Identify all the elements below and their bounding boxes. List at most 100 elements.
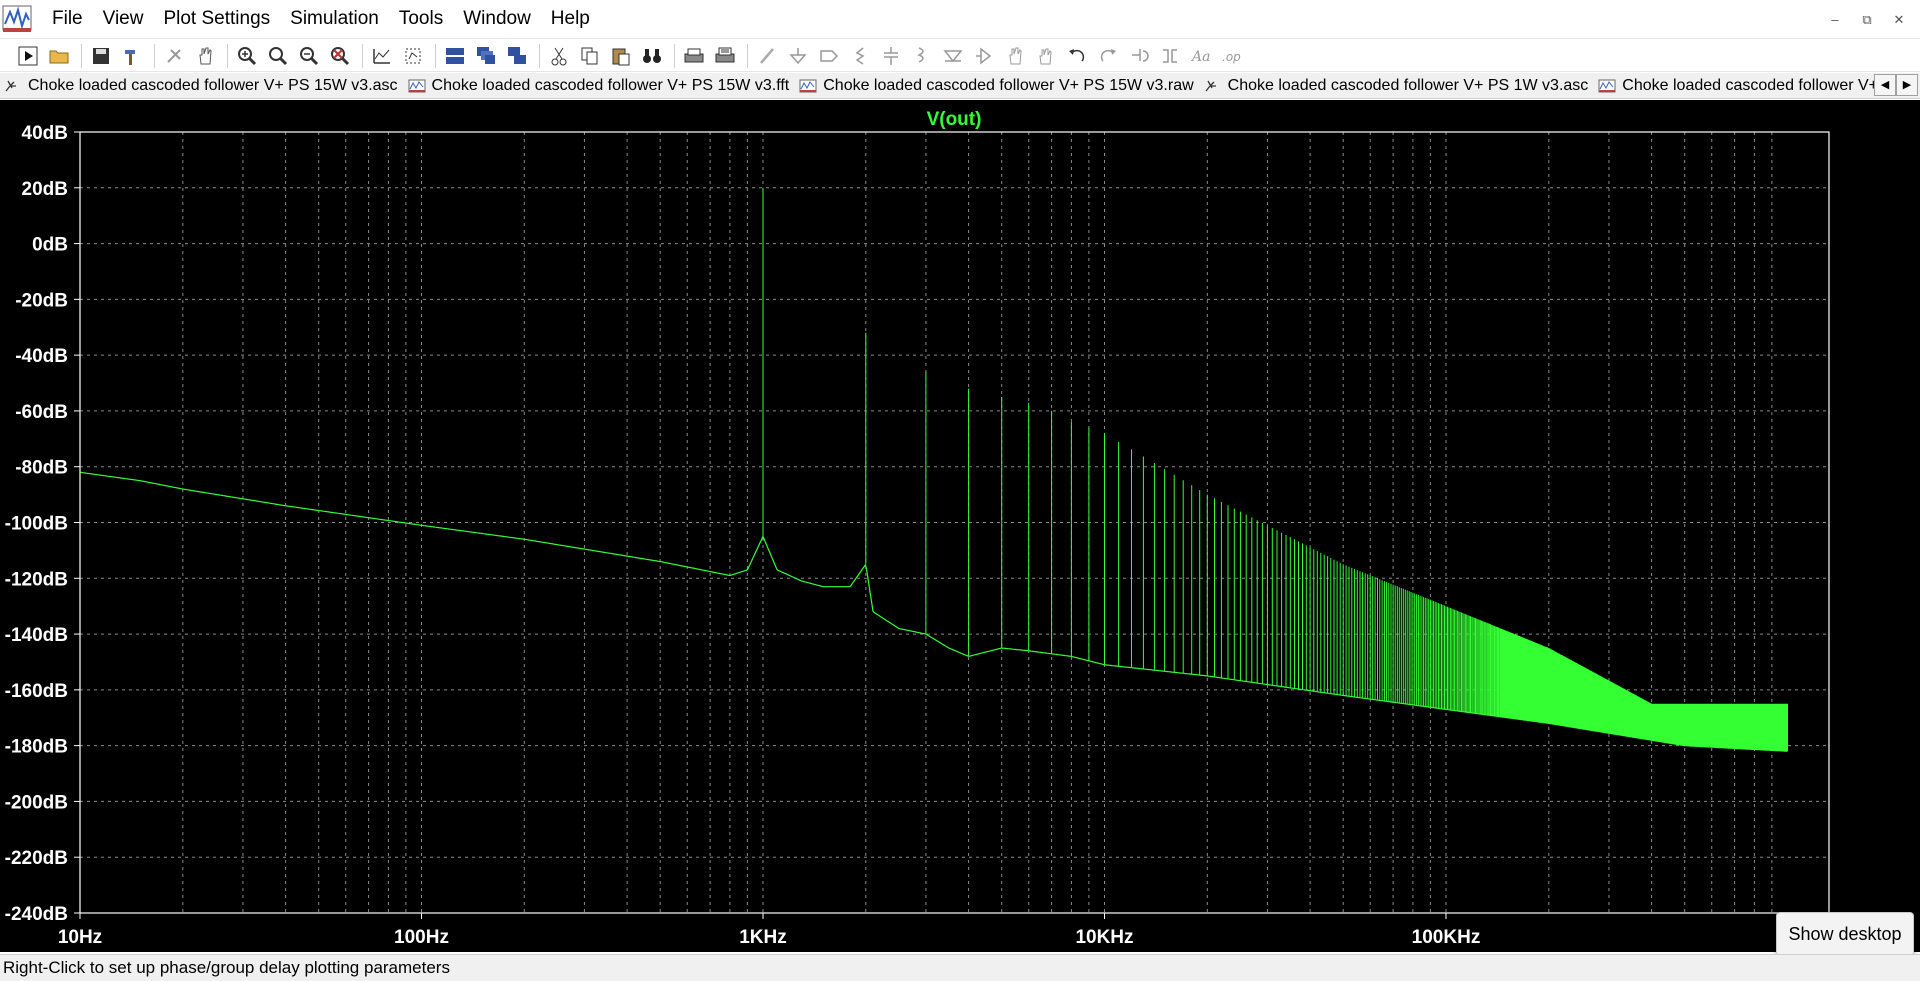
tab-scroll-left-button[interactable]: ◀ <box>1874 74 1896 96</box>
zoom-cancel-button[interactable] <box>326 42 354 70</box>
redo-button[interactable] <box>1094 42 1122 70</box>
copy-button[interactable] <box>576 42 604 70</box>
zoom-out-button[interactable] <box>295 42 323 70</box>
print-setup-button[interactable] <box>711 42 739 70</box>
move-button[interactable] <box>1001 42 1029 70</box>
fit-icon <box>405 48 421 63</box>
tab-label: Choke loaded cascoded follower V+ PS 15W… <box>823 76 1194 94</box>
mirror-button[interactable] <box>1156 42 1184 70</box>
show-desktop-tooltip[interactable]: Show desktop <box>1776 912 1914 956</box>
resistor-button[interactable] <box>846 42 874 70</box>
zoom-in-button[interactable] <box>233 42 261 70</box>
x-tick-label: 100Hz <box>394 927 449 948</box>
fit-button[interactable] <box>399 42 427 70</box>
control-panel-button[interactable] <box>118 42 146 70</box>
tab-asc-1w[interactable]: Choke loaded cascoded follower V+ PS 1W … <box>1200 74 1595 98</box>
paste-button[interactable] <box>607 42 635 70</box>
minimize-button[interactable]: – <box>1822 6 1848 32</box>
cascade-icon <box>477 46 495 64</box>
zoom-area-button[interactable] <box>264 42 292 70</box>
tab-label: Choke loaded cascoded follower V+ PS 15W… <box>28 76 398 94</box>
cascade-button[interactable] <box>472 42 500 70</box>
tab-asc-15w[interactable]: Choke loaded cascoded follower V+ PS 15W… <box>0 74 404 98</box>
x-tick-label: 1KHz <box>739 927 787 948</box>
printer-icon <box>684 48 704 62</box>
y-tick-label: -80dB <box>15 458 68 479</box>
restore-button[interactable]: ⧉ <box>1854 6 1880 32</box>
pan-button[interactable] <box>191 42 219 70</box>
fft-plot[interactable]: 40dB 20dB 0dB -20dB -40dB -60dB -80dB -100dB -12… <box>0 100 1920 952</box>
print-button[interactable] <box>680 42 708 70</box>
ground-button[interactable] <box>784 42 812 70</box>
scissors-icon <box>551 47 567 65</box>
label-icon <box>820 49 839 62</box>
hand-drag-icon <box>1039 48 1052 64</box>
capacitor-button[interactable] <box>877 42 905 70</box>
document-tabs: Choke loaded cascoded follower V+ PS 15W… <box>0 73 1920 99</box>
spice-directive-button[interactable]: .op <box>1218 42 1246 70</box>
capacitor-icon <box>884 46 898 65</box>
menu-bar: File View Plot Settings Simulation Tools… <box>0 0 1920 39</box>
autorange-icon <box>373 48 390 64</box>
tab-scroll-right-button[interactable]: ▶ <box>1896 74 1918 96</box>
tile-vertical-icon <box>508 46 526 64</box>
y-tick-label: -200dB <box>5 792 68 813</box>
run-button[interactable] <box>14 42 42 70</box>
text-aa-icon: Aa <box>1190 49 1210 65</box>
waveform-plot-pane[interactable]: 40dB 20dB 0dB -20dB -40dB -60dB -80dB -100dB -12… <box>0 100 1920 952</box>
save-button[interactable] <box>87 42 115 70</box>
menu-help[interactable]: Help <box>541 4 600 34</box>
tile-vertical-button[interactable] <box>503 42 531 70</box>
component-icon <box>976 46 992 65</box>
binoculars-icon <box>643 48 661 63</box>
menu-simulation[interactable]: Simulation <box>280 4 389 34</box>
rotate-button[interactable] <box>1125 42 1153 70</box>
status-bar: Right-Click to set up phase/group delay … <box>0 954 1920 981</box>
tab-label: Choke loaded cascoded follower V+ PS 15W… <box>431 76 790 94</box>
y-tick-label: -60dB <box>15 402 68 423</box>
tab-raw-15w[interactable]: Choke loaded cascoded follower V+ PS 15W… <box>795 74 1199 98</box>
menu-window[interactable]: Window <box>453 4 541 34</box>
wire-button[interactable] <box>753 42 781 70</box>
ground-icon <box>789 47 807 64</box>
close-button[interactable]: ✕ <box>1886 6 1912 32</box>
component-button[interactable] <box>970 42 998 70</box>
redo-icon <box>1100 48 1116 61</box>
autorange-button[interactable] <box>368 42 396 70</box>
hammer-icon <box>125 49 135 65</box>
text-button[interactable]: Aa <box>1187 42 1215 70</box>
menu-tools[interactable]: Tools <box>389 4 453 34</box>
y-tick-label: 40dB <box>22 123 68 144</box>
x-tick-label: 10Hz <box>58 927 102 948</box>
paste-icon <box>612 48 630 65</box>
menu-view[interactable]: View <box>93 4 154 34</box>
y-tick-label: -20dB <box>15 290 68 311</box>
ltspice-app-icon <box>2 5 32 32</box>
tab-label: Choke loaded cascoded follower V+ P <box>1622 76 1894 94</box>
window-controls: – ⧉ ✕ <box>1822 6 1912 32</box>
label-net-button[interactable] <box>815 42 843 70</box>
inductor-button[interactable] <box>908 42 936 70</box>
copy-icon <box>581 47 598 64</box>
tile-horizontal-button[interactable] <box>441 42 469 70</box>
run-icon <box>18 46 38 65</box>
menu-plot-settings[interactable]: Plot Settings <box>153 4 280 34</box>
find-button[interactable] <box>638 42 666 70</box>
tab-truncated[interactable]: Choke loaded cascoded follower V+ P <box>1594 74 1899 98</box>
menu-file[interactable]: File <box>42 4 93 34</box>
y-tick-label: -120dB <box>5 569 68 590</box>
halt-icon <box>167 48 181 63</box>
cut-button[interactable] <box>545 42 573 70</box>
open-button[interactable] <box>45 42 73 70</box>
inductor-icon <box>917 46 924 63</box>
x-tick-label: 10KHz <box>1075 927 1133 948</box>
undo-button[interactable] <box>1063 42 1091 70</box>
trace-name-label[interactable]: V(out) <box>927 109 982 130</box>
tab-label: Choke loaded cascoded follower V+ PS 1W … <box>1227 76 1589 94</box>
halt-button[interactable] <box>160 42 188 70</box>
folder-open-icon <box>49 50 69 63</box>
drag-button[interactable] <box>1032 42 1060 70</box>
schematic-icon <box>5 80 16 91</box>
diode-button[interactable] <box>939 42 967 70</box>
tab-fft-15w[interactable]: Choke loaded cascoded follower V+ PS 15W… <box>404 74 796 98</box>
